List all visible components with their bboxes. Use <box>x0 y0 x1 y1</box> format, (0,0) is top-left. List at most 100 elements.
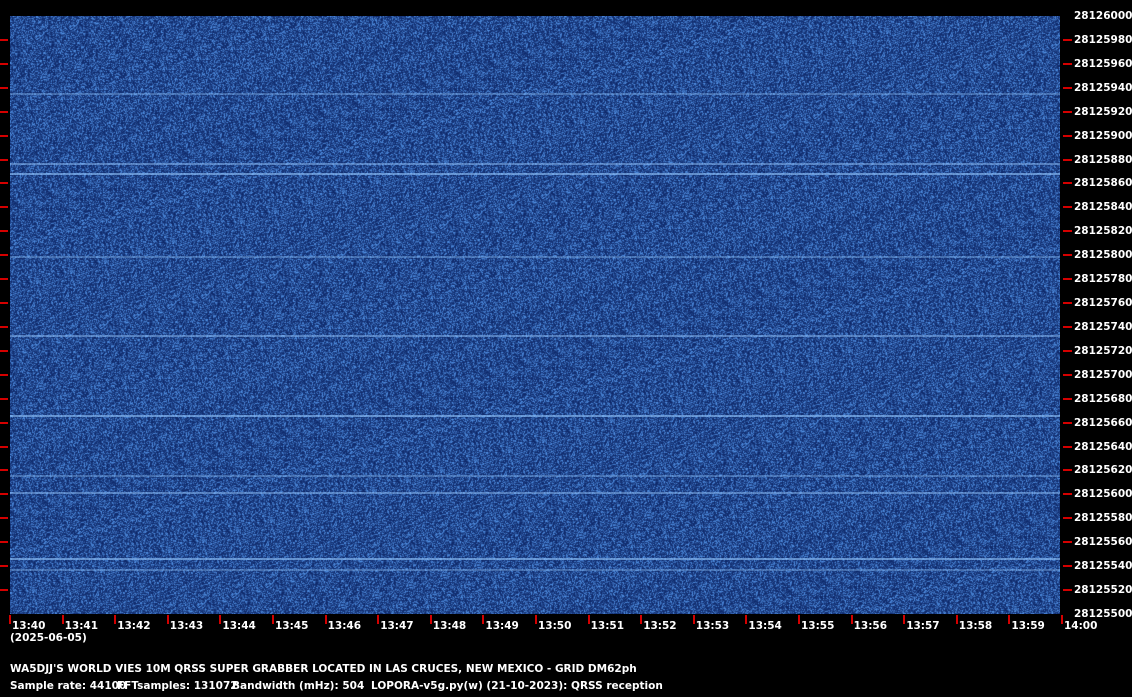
frequency-tick-mark <box>0 421 8 424</box>
frequency-tick-mark <box>1063 397 1072 400</box>
time-tick-mark <box>955 615 958 624</box>
time-tick-mark <box>745 615 748 624</box>
frequency-tick-label: 28125980 <box>1074 33 1132 46</box>
frequency-tick-mark <box>1063 38 1072 41</box>
time-tick-mark <box>640 615 643 624</box>
frequency-tick-mark <box>0 541 8 544</box>
frequency-tick-label: 28125820 <box>1074 225 1132 238</box>
time-tick-label: 13:54 <box>748 620 782 632</box>
time-tick-mark <box>1008 615 1011 624</box>
signal-trace <box>10 475 1060 478</box>
software-version: LOPORA-v5g.py(w) (21-10-2023): QRSS rece… <box>371 680 663 692</box>
frequency-tick-mark <box>1063 254 1072 257</box>
time-tick-label: 13:41 <box>64 620 99 632</box>
frequency-tick-mark <box>0 134 8 137</box>
time-tick-label: 13:42 <box>117 620 151 632</box>
frequency-tick-label: 28125720 <box>1074 344 1132 357</box>
time-tick-label: 14:00 <box>1064 620 1098 632</box>
frequency-tick-mark <box>0 38 8 41</box>
sample-rate: Sample rate: 44100 <box>10 680 127 692</box>
frequency-tick-mark <box>1063 62 1072 65</box>
station-title: WA5DJJ'S WORLD VIES 10M QRSS SUPER GRABB… <box>10 663 637 675</box>
waterfall-spectrogram <box>10 16 1060 614</box>
frequency-tick-label: 28126000 <box>1074 10 1132 22</box>
time-tick-label: 13:57 <box>906 620 940 632</box>
time-tick-mark <box>324 615 327 624</box>
frequency-tick-label: 28125760 <box>1074 297 1132 310</box>
time-tick-mark <box>272 615 274 624</box>
frequency-tick-mark <box>1063 373 1072 376</box>
frequency-tick-mark <box>1063 134 1072 137</box>
bandwidth: Bandwidth (mHz): 504 <box>232 680 365 692</box>
frequency-tick-mark <box>0 302 8 305</box>
signal-trace <box>10 92 1060 95</box>
time-tick-label: 13:58 <box>958 620 993 632</box>
time-tick-mark <box>692 615 695 624</box>
frequency-tick-label: 28125920 <box>1074 105 1132 118</box>
waterfall-noise <box>10 16 1060 614</box>
frequency-tick-mark <box>1063 589 1072 592</box>
frequency-tick-label: 28125860 <box>1074 177 1132 190</box>
time-tick-mark <box>1061 615 1063 624</box>
frequency-tick-label: 28125740 <box>1074 320 1132 333</box>
frequency-tick-label: 28125940 <box>1074 81 1132 94</box>
frequency-tick-mark <box>0 373 8 376</box>
time-tick-mark <box>166 615 169 624</box>
frequency-tick-label: 28125700 <box>1074 368 1132 381</box>
frequency-tick-label: 28125660 <box>1074 416 1132 429</box>
frequency-tick-mark <box>0 158 8 161</box>
frequency-tick-label: 28125680 <box>1074 392 1132 405</box>
frequency-tick-label: 28125520 <box>1074 584 1132 597</box>
time-tick-label: 13:43 <box>169 620 204 632</box>
time-tick-mark <box>9 615 11 624</box>
frequency-tick-mark <box>0 445 8 448</box>
frequency-tick-mark <box>1063 230 1072 233</box>
frequency-tick-mark <box>1063 278 1072 281</box>
time-tick-label: 13:46 <box>327 620 362 632</box>
frequency-tick-label: 28125500 <box>1074 608 1132 620</box>
frequency-tick-mark <box>0 62 8 65</box>
time-tick-label: 13:50 <box>538 620 572 632</box>
signal-trace <box>10 568 1060 571</box>
frequency-tick-mark <box>0 469 8 472</box>
frequency-tick-mark <box>0 349 8 352</box>
frequency-tick-mark <box>1063 182 1072 185</box>
frequency-tick-label: 28125960 <box>1074 57 1132 70</box>
frequency-tick-mark <box>0 230 8 233</box>
time-tick-mark <box>61 615 64 624</box>
time-tick-mark <box>587 615 590 624</box>
frequency-tick-label: 28125620 <box>1074 464 1132 477</box>
frequency-tick-mark <box>1063 445 1072 448</box>
fft-samples: FFTsamples: 131072 <box>117 680 238 692</box>
signal-trace <box>10 163 1060 166</box>
frequency-tick-mark <box>0 565 8 568</box>
signal-trace <box>10 557 1060 560</box>
signal-trace <box>10 256 1060 259</box>
frequency-tick-mark <box>1063 565 1072 568</box>
frequency-tick-label: 28125840 <box>1074 201 1132 214</box>
frequency-tick-mark <box>0 254 8 257</box>
frequency-tick-mark <box>0 86 8 89</box>
time-tick-label: 13:55 <box>801 620 835 632</box>
time-tick-mark <box>377 615 380 624</box>
frequency-tick-mark <box>0 517 8 520</box>
frequency-tick-mark <box>1063 158 1072 161</box>
frequency-tick-label: 28125640 <box>1074 440 1132 453</box>
frequency-tick-label: 28125780 <box>1074 273 1132 286</box>
frequency-tick-mark <box>0 110 8 113</box>
frequency-tick-mark <box>1063 421 1072 424</box>
signal-trace <box>10 172 1060 175</box>
time-tick-label: 13:47 <box>380 620 414 632</box>
frequency-tick-label: 28125600 <box>1074 488 1132 501</box>
frequency-tick-label: 28125900 <box>1074 129 1132 142</box>
signal-trace <box>10 415 1060 418</box>
frequency-tick-mark <box>1063 469 1072 472</box>
frequency-tick-mark <box>1063 325 1072 328</box>
time-tick-mark <box>535 615 537 624</box>
time-tick-label: 13:59 <box>1011 620 1045 632</box>
frequency-tick-mark <box>0 182 8 185</box>
frequency-tick-label: 28125540 <box>1074 560 1132 573</box>
date-label: (2025-06-05) <box>10 632 87 644</box>
frequency-tick-mark <box>1063 302 1072 305</box>
frequency-tick-mark <box>1063 493 1072 496</box>
